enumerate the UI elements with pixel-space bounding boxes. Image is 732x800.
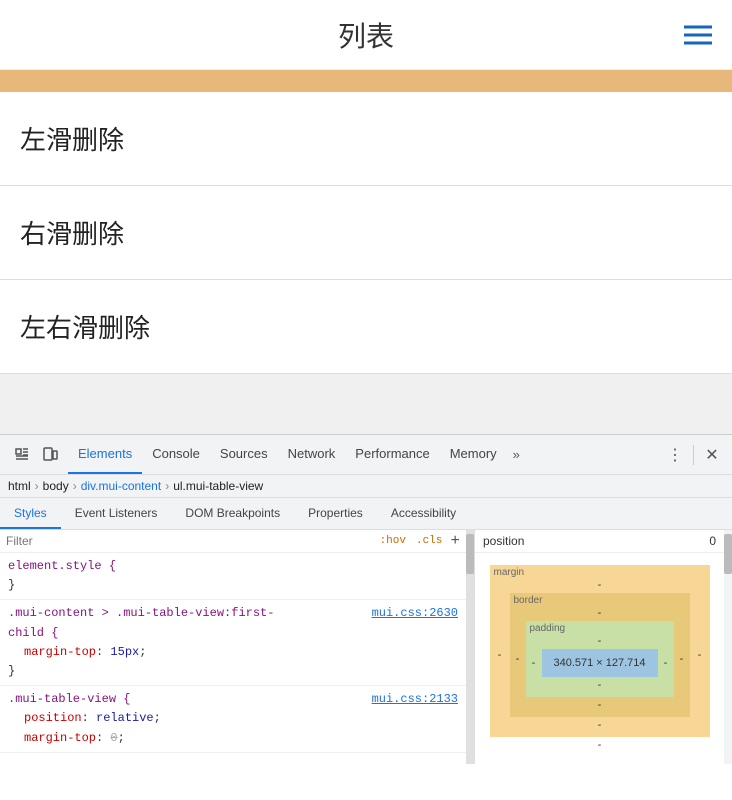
styles-tab-properties[interactable]: Properties bbox=[294, 498, 377, 529]
devtools-close-btn[interactable]: ✕ bbox=[700, 443, 724, 467]
devtools-topbar: Elements Console Sources Network Perform… bbox=[0, 435, 732, 475]
border-bottom-val: - bbox=[510, 697, 690, 717]
css-property-margin-top: margin-top: 15px; bbox=[8, 643, 458, 662]
breadcrumb-ul-mui-table-view[interactable]: ul.mui-table-view bbox=[173, 479, 263, 493]
css-selector-table-view: .mui-table-view { mui.css:2133 bbox=[8, 690, 458, 709]
box-model-header: position 0 bbox=[475, 530, 724, 553]
list-item-1[interactable]: 左滑删除 bbox=[0, 92, 732, 186]
breadcrumb-div-mui-content[interactable]: div.mui-content bbox=[81, 479, 161, 493]
css-pane-scrollbar[interactable] bbox=[466, 530, 474, 764]
breadcrumb-html[interactable]: html bbox=[8, 479, 31, 493]
breadcrumb-body[interactable]: body bbox=[43, 479, 69, 493]
margin-bottom-val: - bbox=[490, 717, 710, 737]
cls-toggle[interactable]: .cls bbox=[416, 535, 442, 547]
css-source-first-child[interactable]: mui.css:2630 bbox=[372, 604, 458, 623]
css-rule-first-child: .mui-content > .mui-table-view:first- mu… bbox=[0, 600, 466, 686]
list-item-2[interactable]: 右滑删除 bbox=[0, 186, 732, 280]
margin-left-val: - bbox=[490, 649, 510, 661]
device-toolbar-btn[interactable] bbox=[36, 441, 64, 469]
css-property-margin-top-0: margin-top: 0; bbox=[8, 729, 458, 748]
css-rule-element-style: element.style { } bbox=[0, 553, 466, 600]
content-bottom: - bbox=[490, 737, 710, 753]
tab-network[interactable]: Network bbox=[278, 435, 346, 474]
css-property-position: position: relative; bbox=[8, 709, 458, 728]
margin-label: margin bbox=[494, 567, 525, 578]
app-bar: 列表 bbox=[0, 0, 732, 70]
margin-middle: - border - - bbox=[490, 593, 710, 717]
devtools-topbar-right: ⋮ ✕ bbox=[663, 443, 724, 467]
tab-memory[interactable]: Memory bbox=[440, 435, 507, 474]
styles-tab-styles[interactable]: Styles bbox=[0, 498, 61, 529]
padding-bottom-val: - bbox=[526, 677, 674, 697]
box-model-position-value: 0 bbox=[709, 534, 716, 548]
devtools-panel: Elements Console Sources Network Perform… bbox=[0, 434, 732, 764]
tab-sources[interactable]: Sources bbox=[210, 435, 278, 474]
styles-tab-event-listeners[interactable]: Event Listeners bbox=[61, 498, 172, 529]
hamburger-line-3 bbox=[684, 41, 712, 44]
box-model-border: border - - padding bbox=[510, 593, 690, 717]
box-model-content: 340.571 × 127.714 bbox=[542, 649, 658, 677]
inspect-element-btn[interactable] bbox=[8, 441, 36, 469]
separator bbox=[693, 445, 694, 465]
padding-left-val: - bbox=[526, 657, 542, 669]
css-filter-input[interactable] bbox=[6, 534, 380, 548]
border-right-val: - bbox=[674, 653, 690, 665]
breadcrumb: html › body › div.mui-content › ul.mui-t… bbox=[0, 475, 732, 498]
border-label: border bbox=[514, 595, 543, 606]
css-selector-element-style: element.style { bbox=[8, 557, 458, 576]
css-close-first-child: } bbox=[8, 662, 458, 681]
css-source-table-view[interactable]: mui.css:2133 bbox=[372, 690, 458, 709]
list-item-3[interactable]: 左右滑删除 bbox=[0, 280, 732, 374]
box-model-position-label: position bbox=[483, 534, 524, 548]
styles-tabs-bar: Styles Event Listeners DOM Breakpoints P… bbox=[0, 498, 732, 530]
more-tabs-btn[interactable]: » bbox=[507, 447, 526, 462]
border-left-val: - bbox=[510, 653, 526, 665]
devtools-tabs: Elements Console Sources Network Perform… bbox=[68, 435, 663, 474]
border-middle: - padding - - bbox=[510, 621, 690, 697]
padding-middle: - 340.571 × 127.714 - bbox=[526, 649, 674, 677]
padding-label: padding bbox=[530, 623, 566, 634]
orange-banner bbox=[0, 70, 732, 92]
css-pane-scrollbar-thumb[interactable] bbox=[466, 534, 474, 574]
list-container: 左滑删除 右滑删除 左右滑删除 bbox=[0, 92, 732, 374]
margin-right-val: - bbox=[690, 649, 710, 661]
styles-tab-accessibility[interactable]: Accessibility bbox=[377, 498, 470, 529]
css-close-element-style: } bbox=[8, 576, 458, 595]
hov-toggle[interactable]: :hov bbox=[380, 535, 406, 547]
hamburger-menu[interactable] bbox=[684, 25, 712, 44]
css-pane: :hov .cls + element.style { } .mui-conte… bbox=[0, 530, 466, 764]
box-model-margin: margin - - border - - bbox=[490, 565, 710, 737]
box-model-pane: position 0 margin - - bbox=[474, 530, 724, 764]
gray-area bbox=[0, 374, 732, 434]
devtools-main-content: :hov .cls + element.style { } .mui-conte… bbox=[0, 530, 732, 764]
box-model-diagram: margin - - border - - bbox=[490, 565, 710, 753]
app-title: 列表 bbox=[338, 15, 394, 55]
tab-console[interactable]: Console bbox=[142, 435, 210, 474]
devtools-more-options[interactable]: ⋮ bbox=[663, 443, 687, 467]
box-model-padding: padding - - 340.571 × 127.714 - bbox=[526, 621, 674, 697]
css-selector-first-child: .mui-content > .mui-table-view:first- mu… bbox=[8, 604, 458, 623]
add-style-rule-btn[interactable]: + bbox=[450, 532, 460, 550]
css-selector-firstchild-line2: child { bbox=[8, 624, 458, 643]
tab-performance[interactable]: Performance bbox=[345, 435, 439, 474]
padding-right-val: - bbox=[658, 657, 674, 669]
tab-elements[interactable]: Elements bbox=[68, 435, 142, 474]
css-filter-row: :hov .cls + bbox=[0, 530, 466, 553]
box-model-scrollbar-thumb[interactable] bbox=[724, 534, 732, 574]
hamburger-line-1 bbox=[684, 25, 712, 28]
css-rule-table-view: .mui-table-view { mui.css:2133 position:… bbox=[0, 686, 466, 753]
hamburger-line-2 bbox=[684, 33, 712, 36]
box-model-area: margin - - border - - bbox=[475, 553, 724, 764]
styles-tab-dom-breakpoints[interactable]: DOM Breakpoints bbox=[171, 498, 294, 529]
box-model-pane-scrollbar[interactable] bbox=[724, 530, 732, 764]
